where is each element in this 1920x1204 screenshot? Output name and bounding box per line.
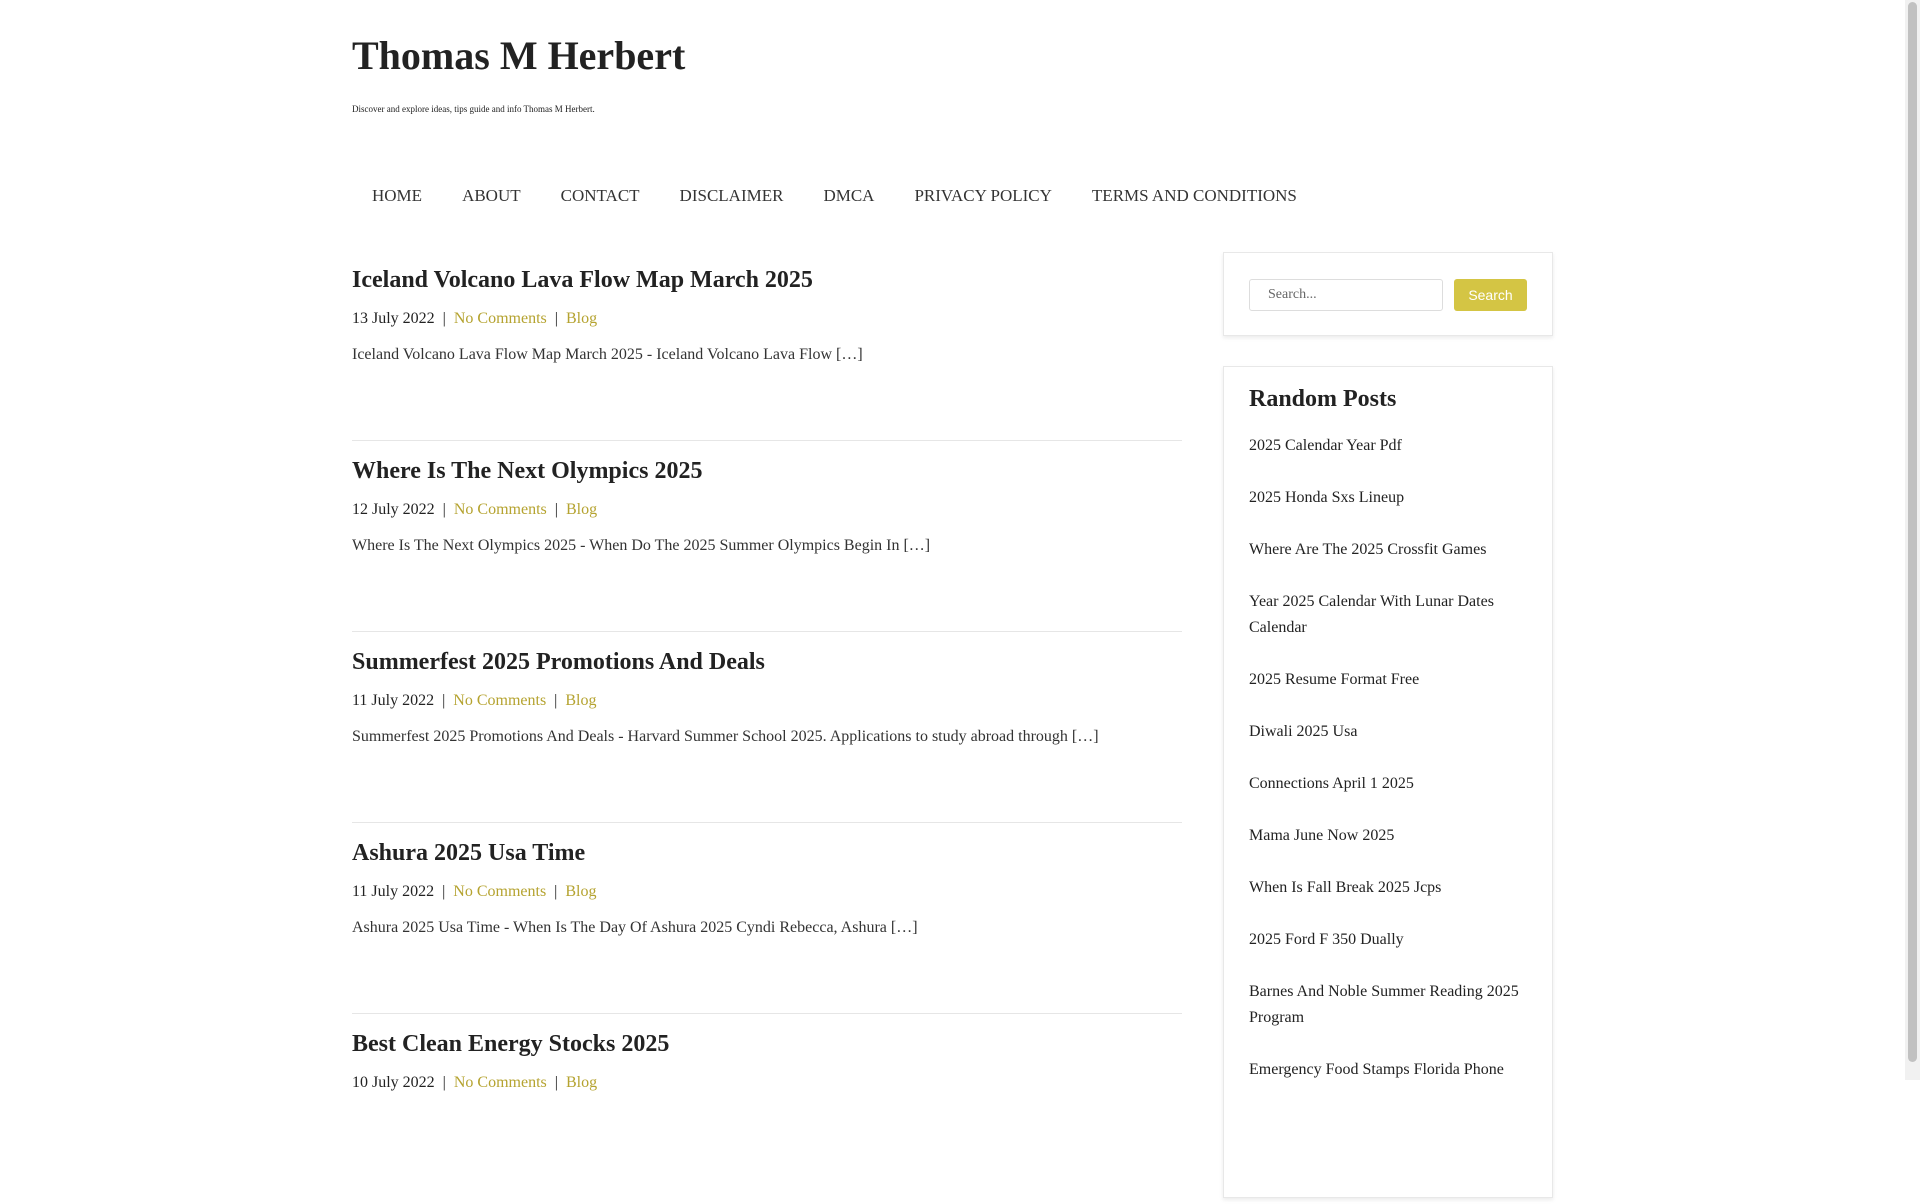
nav-disclaimer[interactable]: DISCLAIMER [660,180,804,212]
post-title[interactable]: Iceland Volcano Lava Flow Map March 2025 [352,264,813,296]
post-date: 12 July 2022 [352,501,435,518]
post-item: Summerfest 2025 Promotions And Deals 11 … [352,632,1182,823]
post-excerpt: Iceland Volcano Lava Flow Map March 2025… [352,346,863,363]
post-title[interactable]: Summerfest 2025 Promotions And Deals [352,646,765,678]
random-post-link[interactable]: 2025 Calendar Year Pdf [1249,433,1539,459]
post-category-link[interactable]: Blog [566,310,597,327]
post-excerpt: Summerfest 2025 Promotions And Deals - H… [352,728,1099,745]
post-category-link[interactable]: Blog [565,883,596,900]
post-date: 10 July 2022 [352,1074,435,1091]
post-item: Best Clean Energy Stocks 2025 10 July 20… [352,1014,1182,1204]
post-excerpt: Ashura 2025 Usa Time - When Is The Day O… [352,919,918,936]
post-category-link[interactable]: Blog [566,1074,597,1091]
nav-privacy-policy[interactable]: PRIVACY POLICY [894,180,1071,212]
post-meta: 12 July 2022 | No Comments | Blog [352,501,598,518]
post-category-link[interactable]: Blog [565,692,596,709]
random-post-link[interactable]: Year 2025 Calendar With Lunar Dates Cale… [1249,589,1539,641]
post-comments-link[interactable]: No Comments [453,883,546,900]
random-post-link[interactable]: When Is Fall Break 2025 Jcps [1249,875,1539,901]
site-description: Discover and explore ideas, tips guide a… [352,104,595,114]
random-post-link[interactable]: 2025 Honda Sxs Lineup [1249,485,1539,511]
post-title[interactable]: Where Is The Next Olympics 2025 [352,455,702,487]
random-post-link[interactable]: 2025 Ford F 350 Dually [1249,927,1539,953]
post-meta: 11 July 2022 | No Comments | Blog [352,883,597,900]
post-category-link[interactable]: Blog [566,501,597,518]
random-post-link[interactable]: 2025 Resume Format Free [1249,667,1539,693]
random-post-link[interactable]: Emergency Food Stamps Florida Phone [1249,1057,1539,1083]
nav-contact[interactable]: CONTACT [541,180,660,212]
random-posts-widget: Random Posts 2025 Calendar Year Pdf 2025… [1223,366,1553,1198]
post-date: 13 July 2022 [352,310,435,327]
post-meta: 10 July 2022 | No Comments | Blog [352,1074,598,1091]
random-post-link[interactable]: Where Are The 2025 Crossfit Games [1249,537,1539,563]
post-list: Iceland Volcano Lava Flow Map March 2025… [352,250,1182,1204]
post-date: 11 July 2022 [352,883,435,900]
post-comments-link[interactable]: No Comments [454,501,547,518]
post-date: 11 July 2022 [352,692,435,709]
scrollbar-thumb[interactable] [1908,2,1917,1062]
nav-about[interactable]: ABOUT [442,180,541,212]
post-title[interactable]: Ashura 2025 Usa Time [352,837,585,869]
random-posts-title: Random Posts [1249,386,1397,412]
post-item: Iceland Volcano Lava Flow Map March 2025… [352,250,1182,441]
random-post-link[interactable]: Diwali 2025 Usa [1249,719,1539,745]
post-comments-link[interactable]: No Comments [453,692,546,709]
random-post-link[interactable]: Mama June Now 2025 [1249,823,1539,849]
post-comments-link[interactable]: No Comments [454,1074,547,1091]
random-post-link[interactable]: Barnes And Noble Summer Reading 2025 Pro… [1249,979,1539,1031]
nav-terms-and-conditions[interactable]: TERMS AND CONDITIONS [1072,180,1317,212]
sidebar: Search Random Posts 2025 Calendar Year P… [1223,252,1553,1198]
nav-dmca[interactable]: DMCA [803,180,894,212]
post-item: Where Is The Next Olympics 2025 12 July … [352,441,1182,632]
post-excerpt: Where Is The Next Olympics 2025 - When D… [352,537,931,554]
post-meta: 11 July 2022 | No Comments | Blog [352,692,597,709]
random-post-link[interactable]: Connections April 1 2025 [1249,771,1539,797]
search-input[interactable] [1249,279,1443,311]
search-widget: Search [1223,252,1553,336]
post-item: Ashura 2025 Usa Time 11 July 2022 | No Com… [352,823,1182,1014]
site-title[interactable]: Thomas M Herbert [352,30,685,82]
page-scrollbar[interactable] [1905,0,1920,1080]
search-button[interactable]: Search [1454,279,1527,311]
post-comments-link[interactable]: No Comments [454,310,547,327]
main-nav: HOME ABOUT CONTACT DISCLAIMER DMCA PRIVA… [352,180,1317,212]
post-title[interactable]: Best Clean Energy Stocks 2025 [352,1028,669,1060]
post-meta: 13 July 2022 | No Comments | Blog [352,310,598,327]
nav-home[interactable]: HOME [352,180,442,212]
random-posts-list: 2025 Calendar Year Pdf 2025 Honda Sxs Li… [1249,433,1539,1109]
